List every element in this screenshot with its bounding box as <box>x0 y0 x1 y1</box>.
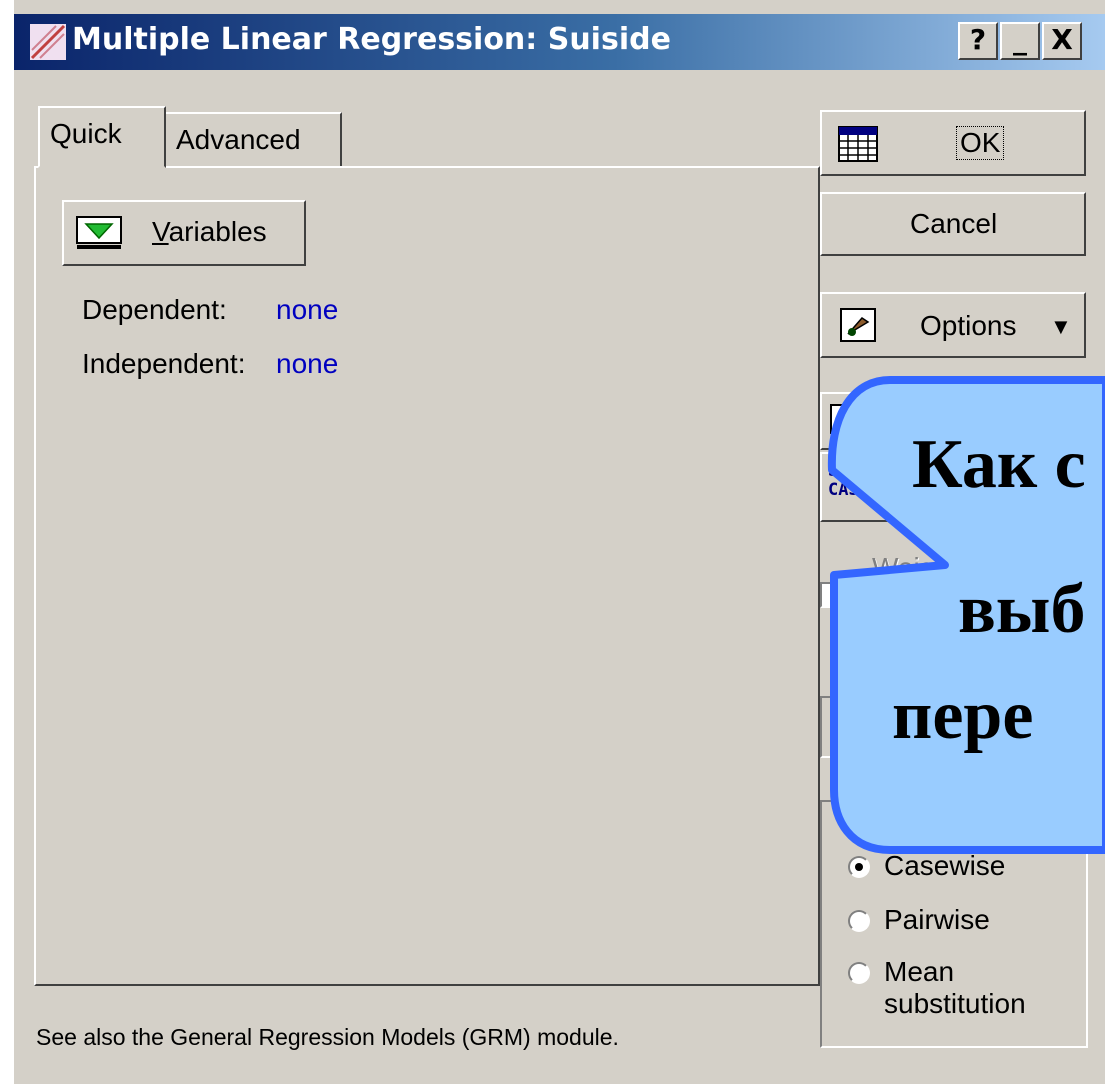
pairwise-label: Pairwise <box>884 904 990 935</box>
cancel-button-label: Cancel <box>910 208 998 239</box>
tab-quick-label: Quick <box>50 118 122 149</box>
select-cases-icon: SELECT CASES <box>828 461 890 500</box>
options-icon <box>840 308 876 342</box>
variables-button-label: Variables <box>152 216 267 247</box>
mean-substitution-radio[interactable] <box>848 962 870 984</box>
dependent-label: Dependent: <box>82 294 227 325</box>
tab-advanced-label: Advanced <box>176 124 301 155</box>
close-button[interactable]: X <box>1042 22 1082 60</box>
weighted-label: Weighted <box>872 552 990 583</box>
title-bar[interactable]: Multiple Linear Regression: Suiside ? _ … <box>14 14 1105 70</box>
window-title: Multiple Linear Regression: Suiside <box>72 22 671 57</box>
select-cases-button[interactable]: SELECT CASES ≥ <box>820 452 950 522</box>
options-button-label: Options <box>920 310 1017 341</box>
tab-quick[interactable]: Quick <box>38 106 166 168</box>
independent-value: none <box>276 348 339 379</box>
ok-button-label: OK <box>956 126 1005 160</box>
chevron-down-icon: ▼ <box>1050 314 1072 339</box>
options-button[interactable]: Options ▼ <box>820 292 1086 358</box>
hidden-groupbox <box>820 696 840 758</box>
weighted-checkbox[interactable] <box>820 582 840 608</box>
independent-label: Independent: <box>82 348 246 379</box>
dialog-window: Multiple Linear Regression: Suiside ? _ … <box>14 0 1105 1084</box>
tab-advanced[interactable]: Advanced <box>164 112 342 168</box>
minimize-button[interactable]: _ <box>1000 22 1040 60</box>
document-icon <box>830 404 854 434</box>
quick-tab-panel <box>34 166 820 986</box>
hidden-button[interactable] <box>820 392 940 450</box>
mean-substitution-label: Mean substitution <box>884 956 1026 1019</box>
cancel-button[interactable]: Cancel <box>820 192 1086 256</box>
variables-button[interactable]: Variables <box>62 200 306 266</box>
spreadsheet-icon <box>838 126 878 162</box>
select-cases-symbol: ≥ <box>906 468 922 499</box>
pairwise-radio[interactable] <box>848 910 870 932</box>
casewise-radio[interactable] <box>848 856 870 878</box>
regression-app-icon <box>30 24 66 60</box>
casewise-label: Casewise <box>884 850 1006 881</box>
variables-icon <box>76 216 122 249</box>
help-button[interactable]: ? <box>958 22 998 60</box>
footnote-text: See also the General Regression Models (… <box>36 1024 619 1050</box>
dependent-value: none <box>276 294 339 325</box>
ok-button[interactable]: OK <box>820 110 1086 176</box>
